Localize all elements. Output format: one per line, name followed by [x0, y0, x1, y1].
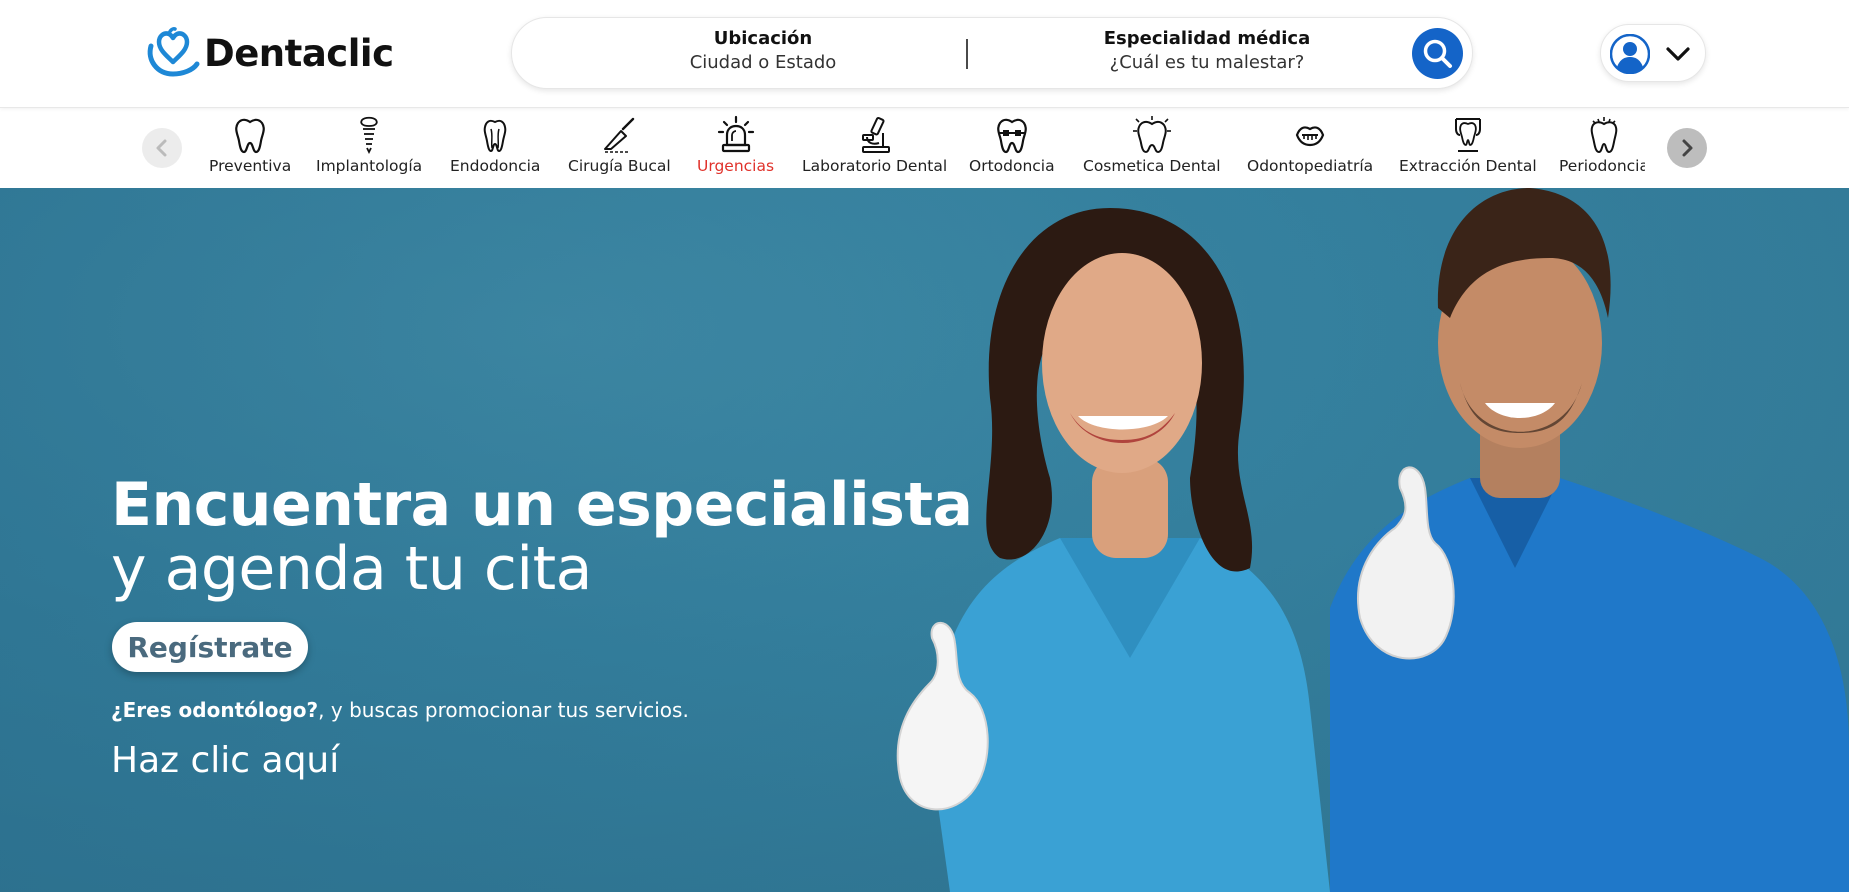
braces-tooth-icon: [996, 118, 1027, 154]
hero-title-line2: y agenda tu cita: [111, 534, 592, 604]
tooth-icon: [235, 118, 265, 154]
category-label: Cirugía Bucal: [568, 157, 671, 175]
category-item-cirugia-bucal[interactable]: Cirugía Bucal: [568, 115, 671, 175]
category-item-implantologia[interactable]: Implantología: [316, 115, 422, 175]
smiling-dentists-image: [896, 188, 1849, 892]
tooth-heart-logo-icon: [147, 27, 200, 77]
register-button[interactable]: Regístrate: [112, 622, 308, 672]
category-label: Endodoncia: [450, 157, 541, 175]
category-item-endodoncia[interactable]: Endodoncia: [450, 115, 540, 175]
child-smile-icon: [1295, 126, 1325, 147]
category-label: Cosmetica Dental: [1083, 157, 1221, 175]
category-label: Periodoncia: [1559, 157, 1645, 175]
sparkle-tooth-icon: [1132, 116, 1171, 154]
category-label: Urgencias: [697, 157, 775, 175]
tooth-extraction-icon: [1454, 118, 1481, 152]
search-bar: Ubicación Ciudad o Estado Especialidad m…: [511, 17, 1473, 89]
search-button[interactable]: [1412, 28, 1463, 79]
category-label: Implantología: [316, 157, 423, 175]
site-header: Dentaclic Ubicación Ciudad o Estado Espe…: [0, 0, 1849, 108]
category-item-ortodoncia[interactable]: Ortodoncia: [969, 115, 1055, 175]
carousel-prev-button[interactable]: [142, 128, 182, 168]
chevron-right-icon: [1682, 139, 1693, 157]
specialty-label: Especialidad médica: [1103, 28, 1311, 49]
hero-banner: Encuentra un especialista y agenda tu ci…: [0, 188, 1849, 892]
category-list: Preventiva Implantología Endodoncia Ciru…: [190, 109, 1645, 188]
promo-description: , y buscas promocionar tus servicios.: [318, 698, 689, 722]
category-label: Preventiva: [209, 157, 292, 175]
category-label: Odontopediatría: [1247, 157, 1374, 175]
chevron-left-icon: [156, 139, 167, 157]
dentist-signup-link[interactable]: Haz clic aquí: [111, 740, 339, 781]
search-icon: [1423, 39, 1452, 68]
carousel-next-button[interactable]: [1667, 128, 1707, 168]
dental-implant-icon: [360, 116, 378, 155]
chevron-down-icon: [1666, 47, 1690, 61]
hero-title-line1: Encuentra un especialista: [111, 470, 973, 540]
brand-logo[interactable]: Dentaclic: [143, 26, 394, 80]
location-field[interactable]: Ubicación Ciudad o Estado: [630, 28, 896, 73]
tooth-root-icon: [483, 119, 507, 153]
category-item-extraccion-dental[interactable]: Extracción Dental: [1399, 115, 1537, 175]
category-item-urgencias[interactable]: Urgencias: [697, 115, 774, 175]
category-label: Extracción Dental: [1399, 157, 1537, 175]
category-label: Laboratorio Dental: [802, 157, 948, 175]
category-item-cosmetica-dental[interactable]: Cosmetica Dental: [1083, 115, 1221, 175]
category-item-odontopediatria[interactable]: Odontopediatría: [1247, 115, 1373, 175]
category-item-laboratorio-dental[interactable]: Laboratorio Dental: [802, 115, 947, 175]
user-avatar-icon: [1610, 34, 1650, 74]
promo-question: ¿Eres odontólogo?: [111, 698, 319, 722]
category-item-preventiva[interactable]: Preventiva: [209, 115, 291, 175]
brand-name: Dentaclic: [204, 31, 394, 75]
microscope-icon: [861, 116, 890, 153]
location-input[interactable]: Ciudad o Estado: [630, 52, 896, 73]
scalpel-icon: [604, 117, 635, 153]
user-menu-button[interactable]: [1600, 24, 1706, 82]
search-divider: [966, 39, 968, 69]
specialty-field[interactable]: Especialidad médica ¿Cuál es tu malestar…: [1057, 28, 1357, 73]
category-label: Ortodoncia: [969, 157, 1055, 175]
gum-tooth-icon: [1590, 117, 1618, 154]
specialty-input[interactable]: ¿Cuál es tu malestar?: [1057, 52, 1357, 73]
category-carousel: Preventiva Implantología Endodoncia Ciru…: [0, 109, 1849, 188]
location-label: Ubicación: [713, 28, 813, 49]
dentist-promo-text: ¿Eres odontólogo?, y buscas promocionar …: [111, 698, 689, 722]
category-item-periodoncia[interactable]: Periodoncia: [1559, 115, 1645, 175]
emergency-siren-icon: [717, 115, 754, 153]
